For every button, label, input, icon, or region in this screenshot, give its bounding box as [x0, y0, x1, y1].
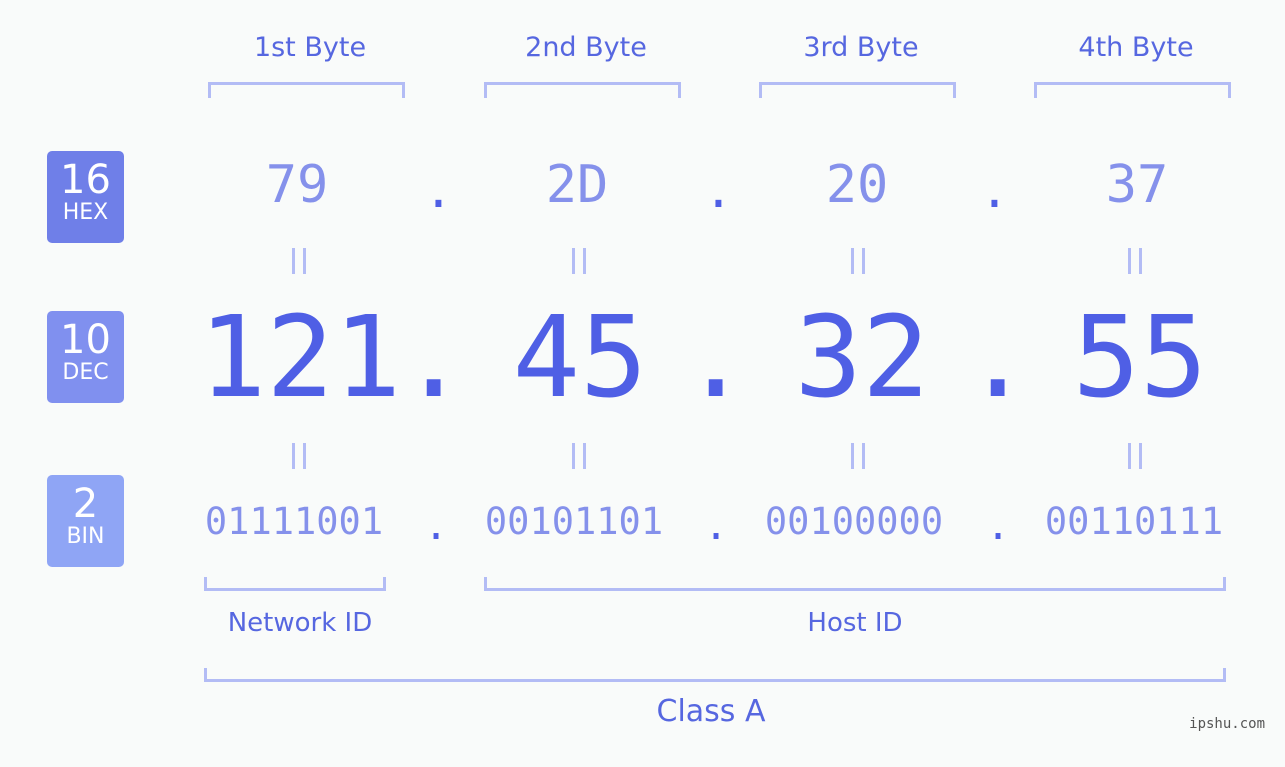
- bin-dot-3: .: [986, 503, 1011, 549]
- network-id-label: Network ID: [227, 608, 373, 638]
- bin-byte-2: 00101101: [484, 500, 664, 543]
- byte-header-3: 3rd Byte: [803, 32, 919, 63]
- dec-badge-label: DEC: [62, 360, 109, 385]
- dec-dot-1: .: [400, 293, 468, 423]
- bin-dot-2: .: [704, 503, 729, 549]
- dec-dot-3: .: [964, 293, 1032, 423]
- bin-dot-1: .: [424, 503, 449, 549]
- hex-dot-3: .: [980, 163, 1009, 219]
- byte-header-2: 2nd Byte: [525, 32, 647, 63]
- hex-byte-4: 37: [1105, 155, 1169, 215]
- bin-byte-3: 00100000: [764, 500, 944, 543]
- hex-badge-label: HEX: [62, 200, 109, 225]
- hex-dot-1: .: [424, 163, 453, 219]
- hex-byte-1: 79: [265, 155, 329, 215]
- dec-badge: 10 DEC: [47, 311, 124, 403]
- byte-bracket-1: [208, 82, 405, 98]
- dec-byte-3: 32: [794, 293, 930, 423]
- bin-badge-label: BIN: [66, 524, 105, 549]
- hex-byte-2: 2D: [545, 155, 609, 215]
- class-bracket: [204, 668, 1226, 682]
- hex-badge-base: 16: [60, 157, 111, 203]
- bin-badge: 2 BIN: [47, 475, 124, 567]
- byte-header-4: 4th Byte: [1078, 32, 1194, 63]
- hex-byte-3: 20: [825, 155, 889, 215]
- watermark: ipshu.com: [1189, 716, 1265, 732]
- byte-bracket-2: [484, 82, 681, 98]
- dec-badge-base: 10: [60, 317, 111, 363]
- bin-byte-4: 00110111: [1044, 500, 1224, 543]
- bin-badge-base: 2: [72, 481, 99, 527]
- network-id-bracket: [204, 577, 386, 591]
- dec-byte-1: 121: [198, 293, 402, 423]
- hex-dot-2: .: [704, 163, 733, 219]
- dec-dot-2: .: [682, 293, 750, 423]
- byte-bracket-4: [1034, 82, 1231, 98]
- class-label: Class A: [656, 694, 766, 729]
- host-id-bracket: [484, 577, 1226, 591]
- host-id-label: Host ID: [807, 608, 903, 638]
- byte-bracket-3: [759, 82, 956, 98]
- bin-byte-1: 01111001: [204, 500, 384, 543]
- hex-badge: 16 HEX: [47, 151, 124, 243]
- dec-byte-4: 55: [1072, 293, 1208, 423]
- byte-header-1: 1st Byte: [253, 32, 367, 63]
- dec-byte-2: 45: [512, 293, 648, 423]
